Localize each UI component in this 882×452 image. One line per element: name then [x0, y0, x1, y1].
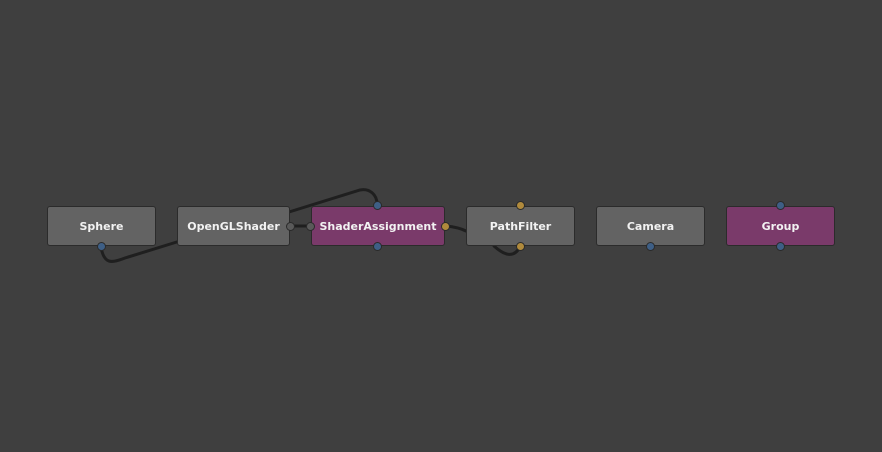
node-label-sphere: Sphere: [79, 219, 124, 233]
plug-pathfilter-in[interactable]: [516, 201, 525, 210]
node-group[interactable]: Group: [726, 206, 835, 246]
plug-pathfilter-out[interactable]: [516, 242, 525, 251]
node-label-shaderassignment: ShaderAssignment: [319, 219, 437, 233]
plug-group-out[interactable]: [776, 242, 785, 251]
plug-camera-out[interactable]: [646, 242, 655, 251]
plug-group-in[interactable]: [776, 201, 785, 210]
plug-shaderassignment-filter-in[interactable]: [441, 222, 450, 231]
node-label-openglshader: OpenGLShader: [187, 219, 280, 233]
node-openglshader[interactable]: OpenGLShader: [177, 206, 290, 246]
plug-sphere-out[interactable]: [97, 242, 106, 251]
node-shaderassignment[interactable]: ShaderAssignment: [311, 206, 445, 246]
plug-shaderassignment-in[interactable]: [373, 201, 382, 210]
node-label-pathfilter: PathFilter: [489, 219, 552, 233]
plug-shaderassignment-shader-in[interactable]: [306, 222, 315, 231]
plug-shaderassignment-out[interactable]: [373, 242, 382, 251]
node-label-group: Group: [761, 219, 800, 233]
node-pathfilter[interactable]: PathFilter: [466, 206, 575, 246]
plug-openglshader-out[interactable]: [286, 222, 295, 231]
node-camera[interactable]: Camera: [596, 206, 705, 246]
node-label-camera: Camera: [626, 219, 675, 233]
node-sphere[interactable]: Sphere: [47, 206, 156, 246]
graph-editor[interactable]: Sphere OpenGLShader ShaderAssignment Pat…: [0, 0, 882, 452]
